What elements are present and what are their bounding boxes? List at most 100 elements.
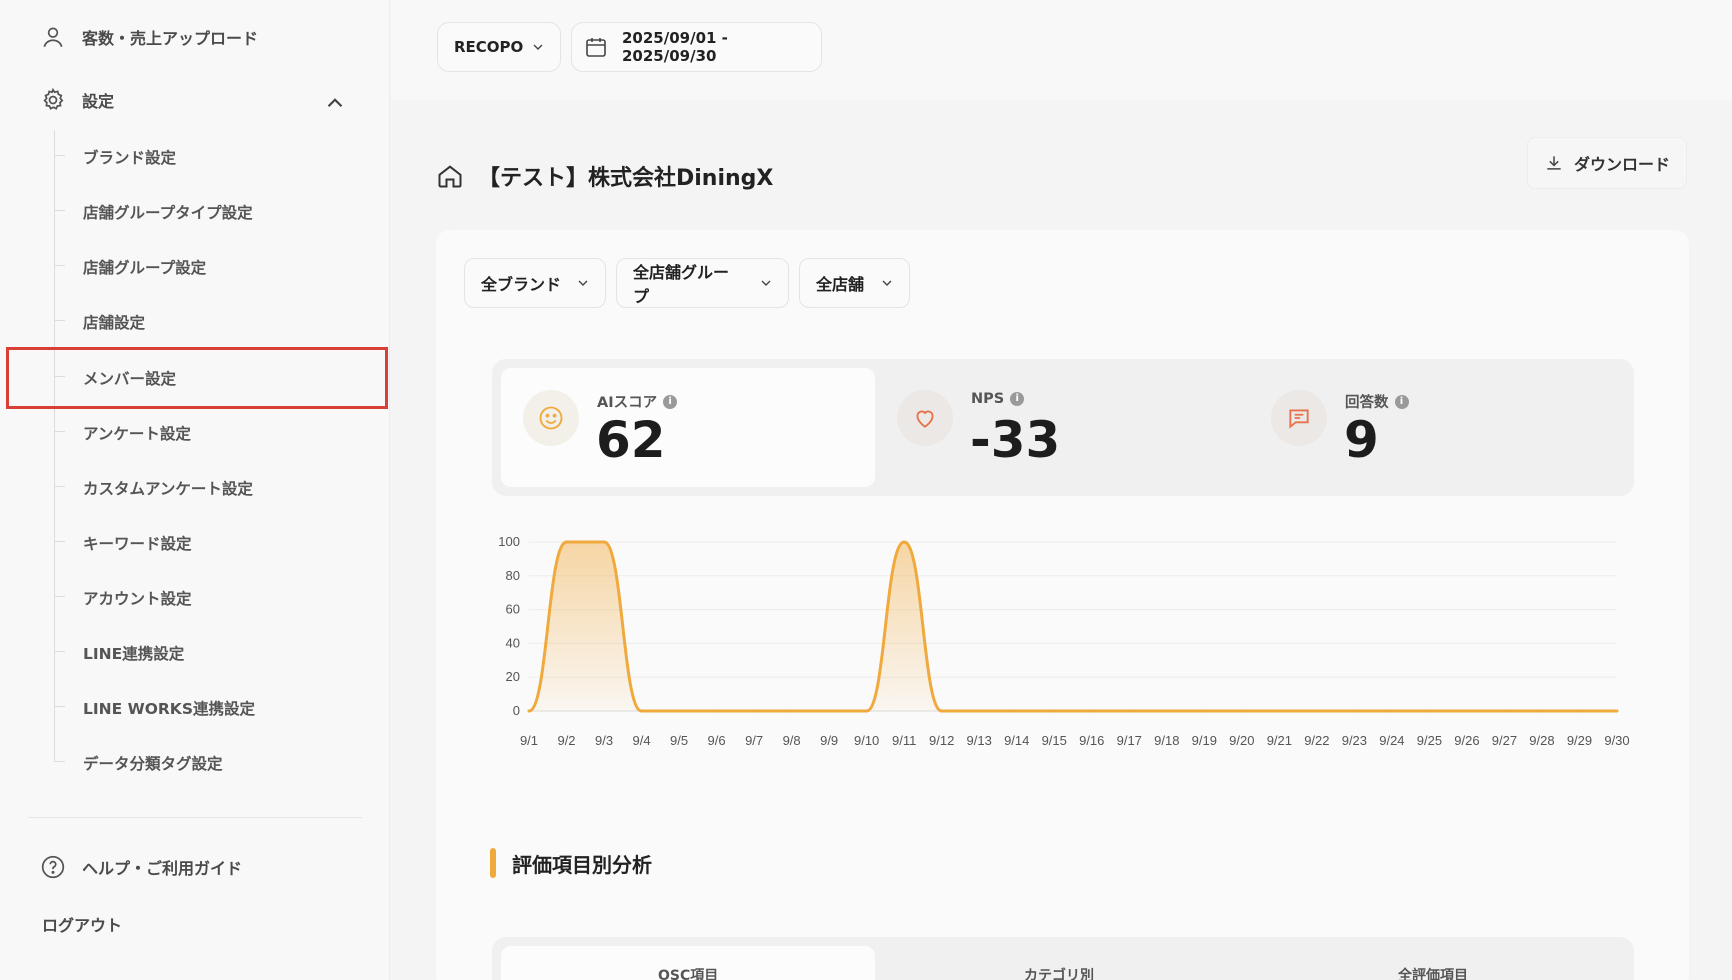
help-circle-icon — [41, 855, 65, 879]
store-filter-value: 全店舗 — [816, 275, 865, 294]
page-title: 【テスト】株式会社DiningX — [478, 166, 774, 191]
chart-data-point[interactable] — [565, 540, 569, 544]
chart-data-point[interactable] — [715, 709, 719, 713]
download-button[interactable]: ダウンロード — [1527, 137, 1687, 189]
chart-x-tick-label: 9/13 — [967, 733, 992, 748]
chart-x-tick-label: 9/3 — [595, 733, 613, 748]
sidebar-item-settings[interactable]: 設定 — [40, 87, 114, 113]
section-accent-bar — [490, 848, 496, 878]
chart-data-point[interactable] — [790, 709, 794, 713]
chart-data-point[interactable] — [1090, 709, 1094, 713]
kpi-nps-icon-wrap[interactable] — [897, 390, 953, 446]
sidebar-item-line-settings[interactable]: LINE連携設定 — [54, 642, 184, 664]
kpi-responses-icon-wrap[interactable] — [1271, 390, 1327, 446]
chart-data-point[interactable] — [677, 709, 681, 713]
section-header: 評価項目別分析 — [490, 848, 652, 878]
chart-data-point[interactable] — [1202, 709, 1206, 713]
chart-x-tick-label: 9/2 — [557, 733, 575, 748]
calendar-icon — [586, 38, 606, 57]
chart-data-point[interactable] — [640, 709, 644, 713]
chart-data-point[interactable] — [1465, 709, 1469, 713]
tab-osc[interactable]: OSC項目 — [658, 965, 718, 980]
chart-data-point[interactable] — [1277, 709, 1281, 713]
sidebar-item-custom-survey-settings[interactable]: カスタムアンケート設定 — [55, 477, 253, 499]
chart-x-tick-label: 9/20 — [1229, 733, 1254, 748]
store-group-filter[interactable]: 全店舗グループ — [616, 258, 789, 308]
sidebar-item-store-group-type-settings[interactable]: 店舗グループタイプ設定 — [55, 201, 253, 223]
sidebar-item-help-label: ヘルプ・ご利用ガイド — [82, 859, 243, 878]
chevron-down-icon — [533, 44, 543, 50]
chart-data-point[interactable] — [602, 540, 606, 544]
chart-x-tick-label: 9/1 — [520, 733, 538, 748]
chevron-up-icon[interactable] — [322, 90, 348, 116]
chart-data-point[interactable] — [752, 709, 756, 713]
chart-x-tick-label: 9/14 — [1004, 733, 1029, 748]
chart-x-tick-label: 9/19 — [1192, 733, 1217, 748]
sidebar-item-upload[interactable]: 客数・売上アップロード — [40, 24, 258, 50]
chart-data-point[interactable] — [1015, 709, 1019, 713]
chart-data-point[interactable] — [977, 709, 981, 713]
chart-y-tick-label: 0 — [513, 703, 520, 718]
sidebar-item-account-settings[interactable]: アカウント設定 — [55, 587, 192, 609]
chart-x-tick-label: 9/10 — [854, 733, 879, 748]
brand-select[interactable]: RECOPO — [437, 22, 561, 72]
chart-data-point[interactable] — [1502, 709, 1506, 713]
sidebar-item-line-works-settings[interactable]: LINE WORKS連携設定 — [55, 697, 255, 719]
chart-data-point[interactable] — [1390, 709, 1394, 713]
chart-x-tick-label: 9/4 — [633, 733, 651, 748]
sidebar-item-data-tag-settings[interactable]: データ分類タグ設定 — [55, 752, 223, 774]
chart-x-tick-label: 9/27 — [1492, 733, 1517, 748]
chart-data-point[interactable] — [527, 709, 531, 713]
chart-data-point[interactable] — [1315, 709, 1319, 713]
info-icon[interactable]: i — [1010, 392, 1025, 406]
tab-category[interactable]: カテゴリ別 — [1024, 965, 1094, 980]
chart-data-point[interactable] — [1577, 709, 1581, 713]
chart-data-point[interactable] — [1240, 709, 1244, 713]
chart-x-tick-label: 9/30 — [1604, 733, 1629, 748]
chart-data-point[interactable] — [902, 540, 906, 544]
chart-x-tick-label: 9/17 — [1117, 733, 1142, 748]
download-button-label: ダウンロード — [1573, 155, 1670, 174]
sidebar-item-logout[interactable]: ログアウト — [42, 912, 122, 936]
chart-data-point[interactable] — [865, 709, 869, 713]
sidebar-item-help[interactable]: ヘルプ・ご利用ガイド — [40, 854, 242, 880]
chart-x-tick-label: 9/16 — [1079, 733, 1104, 748]
chart-data-point[interactable] — [1165, 709, 1169, 713]
chart-data-point[interactable] — [1052, 709, 1056, 713]
chart-data-point[interactable] — [1127, 709, 1131, 713]
chart-x-tick-label: 9/18 — [1154, 733, 1179, 748]
sidebar-item-store-group-settings[interactable]: 店舗グループ設定 — [54, 256, 206, 278]
sidebar-item-keyword-settings[interactable]: キーワード設定 — [55, 532, 192, 554]
chart-x-tick-label: 9/9 — [820, 733, 838, 748]
sidebar-item-brand-settings[interactable]: ブランド設定 — [54, 146, 176, 168]
sidebar-item-settings-label: 設定 — [82, 92, 115, 111]
chart-x-tick-label: 9/8 — [783, 733, 801, 748]
info-icon[interactable]: i — [1394, 394, 1409, 409]
sidebar-item-survey-settings[interactable]: アンケート設定 — [55, 422, 191, 444]
tab-all-items[interactable]: 全評価項目 — [1398, 965, 1468, 980]
chart-data-point[interactable] — [1427, 709, 1431, 713]
store-filter[interactable]: 全店舗 — [799, 258, 910, 308]
chart-x-tick-label: 9/21 — [1267, 733, 1292, 748]
sidebar-divider — [28, 817, 362, 818]
user-icon — [43, 27, 63, 48]
brand-filter[interactable]: 全ブランド — [464, 258, 606, 308]
chart-x-tick-label: 9/25 — [1417, 733, 1442, 748]
chart-data-point[interactable] — [1615, 709, 1619, 713]
kpi-nps-label: NPS i — [971, 391, 1025, 407]
app-root: 客数・売上アップロード 設定 ブランド設定 店舗グループタイプ設定 店舗グループ… — [0, 0, 1732, 980]
chart-data-point[interactable] — [827, 709, 831, 713]
sidebar-item-store-settings[interactable]: 店舗設定 — [54, 311, 145, 333]
kpi-ai-score-icon-wrap — [523, 390, 579, 446]
chart-data-point[interactable] — [940, 709, 944, 713]
chart-data-point[interactable] — [1540, 709, 1544, 713]
kpi-ai-score-label: AIスコア i — [597, 391, 678, 412]
chart-x-tick-label: 9/7 — [745, 733, 763, 748]
chart-data-point[interactable] — [1352, 709, 1356, 713]
chart-x-tick-label: 9/5 — [670, 733, 688, 748]
sidebar-item-upload-label: 客数・売上アップロード — [82, 29, 259, 48]
info-icon[interactable]: i — [663, 394, 678, 409]
chevron-down-icon — [761, 280, 771, 286]
kpi-responses-label: 回答数 i — [1345, 391, 1409, 412]
date-range-picker[interactable]: 2025/09/01 - 2025/09/30 — [571, 22, 822, 72]
